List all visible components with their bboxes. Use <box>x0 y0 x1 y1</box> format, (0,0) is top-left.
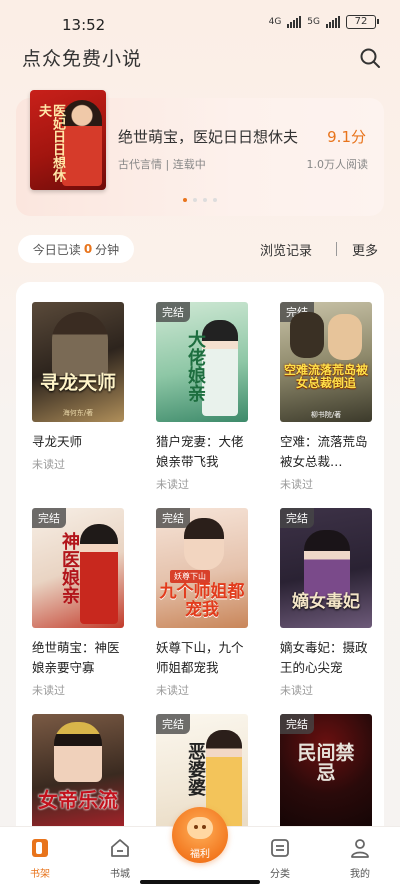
bookshelf-icon <box>29 837 51 859</box>
book-read-status: 未读过 <box>156 684 189 697</box>
featured-book-score: 9.1分 <box>327 128 366 146</box>
completed-badge: 完结 <box>280 714 314 734</box>
status-indicators: 4G 5G 72 <box>268 15 379 29</box>
featured-cover-text: 医妃日日想休夫 <box>36 104 65 182</box>
book-cover-text: 九个师姐都宠我 <box>159 582 245 620</box>
completed-badge: 完结 <box>280 508 314 528</box>
today-reading-pill: 今日已读 0 分钟 <box>18 235 134 263</box>
book-cover-text: 民间禁忌 <box>297 742 355 784</box>
tab-category[interactable]: 分类 <box>250 837 310 880</box>
book-read-status: 未读过 <box>280 684 313 697</box>
featured-book-meta: 古代言情 | 连载中 <box>118 158 206 171</box>
book-item[interactable]: 女帝乐流 <box>32 714 124 834</box>
tab-label: 书城 <box>110 869 130 880</box>
network-5g-label: 5G <box>307 17 320 27</box>
book-cover[interactable]: 寻龙天师 海何东/著 <box>32 302 124 422</box>
status-bar: 13:52 4G 5G 72 <box>0 0 400 40</box>
featured-book-cover[interactable]: 医妃日日想休夫 <box>30 90 106 190</box>
completed-badge: 完结 <box>156 714 190 734</box>
battery-icon: 72 <box>346 15 379 29</box>
search-icon[interactable] <box>358 46 382 70</box>
tab-bookstore[interactable]: 书城 <box>90 837 150 880</box>
completed-badge: 完结 <box>156 302 190 322</box>
book-title[interactable]: 寻龙天师 <box>32 432 128 452</box>
book-cover-text: 空难流落荒岛被女总裁倒追 <box>284 363 369 390</box>
book-item[interactable]: 完结 嫡女毒妃 嫡女毒妃：摄政王的心尖宠 未读过 <box>280 508 372 698</box>
profile-icon <box>349 837 371 859</box>
book-cover[interactable]: 完结 妖尊下山 九个师姐都宠我 <box>156 508 248 628</box>
book-cover-text: 嫡女毒妃 <box>292 592 360 612</box>
book-title[interactable]: 绝世萌宝：神医娘亲要守寡 <box>32 638 128 678</box>
completed-badge: 完结 <box>156 508 190 528</box>
book-item[interactable]: 完结 妖尊下山 九个师姐都宠我 妖尊下山，九个师姐都宠我 未读过 <box>156 508 248 698</box>
featured-book-title[interactable]: 绝世萌宝，医妃日日想休夫 <box>118 126 298 147</box>
book-cover-author: 海何东/著 <box>62 409 94 417</box>
book-cover[interactable]: 女帝乐流 <box>32 714 124 834</box>
featured-book-reads: 1.0万人阅读 <box>306 158 369 171</box>
signal-icon-2 <box>326 16 340 28</box>
bottom-tab-bar: 书架 书城 福利 分类 我的 <box>0 807 400 888</box>
tab-label: 我的 <box>350 869 370 880</box>
signal-icon <box>287 16 302 28</box>
book-read-status: 未读过 <box>156 478 189 491</box>
book-cover-text: 神医娘亲 <box>59 532 80 604</box>
book-read-status: 未读过 <box>280 478 313 491</box>
book-cover-author: 柳书院/著 <box>310 411 342 419</box>
tab-profile[interactable]: 我的 <box>330 837 390 880</box>
book-item[interactable]: 寻龙天师 海何东/著 寻龙天师 未读过 <box>32 302 124 472</box>
bookshelf-grid: 寻龙天师 海何东/著 寻龙天师 未读过 完结 大佬娘亲 猎户宠妻：大佬娘亲带飞我… <box>16 282 384 842</box>
carousel-dot <box>213 198 217 202</box>
today-reading-prefix: 今日已读 <box>32 242 81 257</box>
carousel-dot <box>203 198 207 202</box>
book-title[interactable]: 妖尊下山，九个师姐都宠我 <box>156 638 252 678</box>
gift-icon <box>187 817 213 839</box>
carousel-dot <box>183 198 187 202</box>
book-read-status: 未读过 <box>32 684 65 697</box>
book-cover-text: 女帝乐流 <box>38 788 118 812</box>
tab-bookshelf[interactable]: 书架 <box>10 837 70 880</box>
network-4g-label: 4G <box>268 17 282 27</box>
book-item[interactable]: 完结 神医娘亲 绝世萌宝：神医娘亲要守寡 未读过 <box>32 508 124 698</box>
today-reading-suffix: 分钟 <box>95 242 120 257</box>
completed-badge: 完结 <box>32 508 66 528</box>
book-cover-text: 大佬娘亲 <box>185 330 206 402</box>
book-cover[interactable]: 完结 嫡女毒妃 <box>280 508 372 628</box>
tab-welfare[interactable]: 福利 <box>172 807 228 863</box>
divider <box>336 242 337 256</box>
book-title[interactable]: 猎户宠妻：大佬娘亲带飞我 <box>156 432 252 472</box>
book-title[interactable]: 空难：流落荒岛被女总裁… <box>280 432 376 472</box>
book-cover-text: 寻龙天师 <box>39 372 116 394</box>
tab-label: 福利 <box>190 849 210 860</box>
app-title: 点众免费小说 <box>22 48 143 70</box>
app-header: 点众免费小说 <box>0 40 400 76</box>
book-cover[interactable]: 完结 空难流落荒岛被女总裁倒追 柳书院/著 <box>280 302 372 422</box>
browse-history-link[interactable]: 浏览记录 <box>260 240 312 259</box>
tab-label: 分类 <box>270 869 290 880</box>
carousel-dot <box>193 198 197 202</box>
more-link[interactable]: 更多 <box>352 240 378 259</box>
home-indicator <box>140 880 260 884</box>
home-icon <box>109 837 131 859</box>
book-title[interactable]: 嫡女毒妃：摄政王的心尖宠 <box>280 638 376 678</box>
book-cover[interactable]: 完结 大佬娘亲 <box>156 302 248 422</box>
today-reading-minutes: 0 <box>83 242 93 256</box>
carousel-indicator <box>0 198 400 202</box>
book-item[interactable]: 完结 空难流落荒岛被女总裁倒追 柳书院/著 空难：流落荒岛被女总裁… 未读过 <box>280 302 372 492</box>
book-read-status: 未读过 <box>32 458 65 471</box>
book-cover[interactable]: 完结 民间禁忌 <box>280 714 372 834</box>
book-item[interactable]: 完结 民间禁忌 <box>280 714 372 834</box>
category-icon <box>269 837 291 859</box>
book-item[interactable]: 完结 大佬娘亲 猎户宠妻：大佬娘亲带飞我 未读过 <box>156 302 248 492</box>
book-cover-text: 恶婆婆 <box>185 742 206 796</box>
book-cover[interactable]: 完结 神医娘亲 <box>32 508 124 628</box>
status-time: 13:52 <box>62 16 106 34</box>
tab-label: 书架 <box>30 869 50 880</box>
